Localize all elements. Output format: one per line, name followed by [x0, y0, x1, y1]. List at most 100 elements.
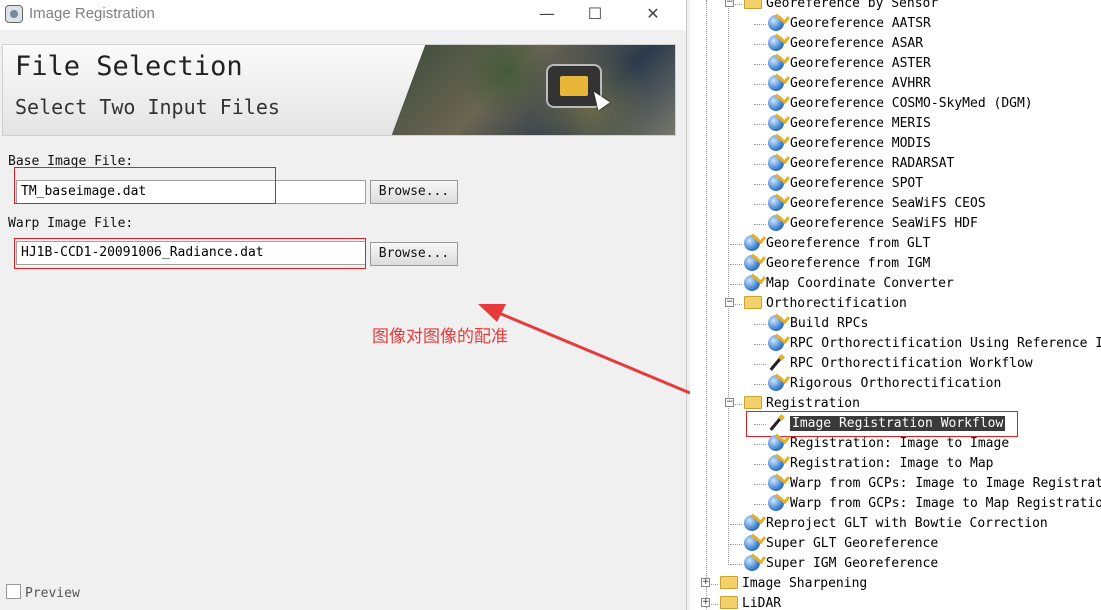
folder-icon: [744, 396, 762, 409]
folder-icon: [720, 596, 738, 609]
tree-connector: [754, 164, 766, 165]
tree-item-label: Georeference from IGM: [766, 256, 931, 271]
expand-toggle[interactable]: +: [701, 598, 710, 607]
tree-connector: [754, 44, 766, 45]
globe-icon: [768, 135, 784, 151]
tree-item-label: Georeference MERIS: [790, 116, 931, 131]
tree-item[interactable]: Georeference COSMO-SkyMed (DGM): [690, 94, 1101, 114]
globe-icon: [768, 375, 784, 391]
tree-item[interactable]: RPC Orthorectification Workflow: [690, 354, 1101, 374]
tree-connector: [730, 544, 742, 545]
globe-icon: [768, 35, 784, 51]
tree-item[interactable]: Warp from GCPs: Image to Image Registrat…: [690, 474, 1101, 494]
tree-item-label: Map Coordinate Converter: [766, 276, 954, 291]
globe-icon: [768, 335, 784, 351]
tree-item[interactable]: Georeference SeaWiFS CEOS: [690, 194, 1101, 214]
collapse-toggle[interactable]: −: [725, 0, 734, 7]
folder-icon: [720, 576, 738, 589]
arrow-shaft: [493, 309, 691, 395]
tree-item[interactable]: Georeference AATSR: [690, 14, 1101, 34]
tree-connector: [730, 244, 742, 245]
globe-icon: [768, 75, 784, 91]
globe-icon: [768, 215, 784, 231]
globe-icon: [768, 175, 784, 191]
tree-item[interactable]: Warp from GCPs: Image to Map Registratio…: [690, 494, 1101, 514]
globe-icon: [768, 155, 784, 171]
tree-item[interactable]: Reproject GLT with Bowtie Correction: [690, 514, 1101, 534]
tree-connector: [730, 284, 742, 285]
tree-item[interactable]: + Image Sharpening: [690, 574, 1101, 594]
tree-connector: [754, 464, 766, 465]
tree-item[interactable]: + LiDAR: [690, 594, 1101, 610]
tree-item-label: LiDAR: [742, 596, 782, 610]
tree-item[interactable]: Georeference SeaWiFS HDF: [690, 214, 1101, 234]
tree-connector: [730, 564, 742, 565]
tree-item[interactable]: Rigorous Orthorectification: [690, 374, 1101, 394]
tree-item[interactable]: − Georeference by Sensor: [690, 0, 1101, 14]
tree-connector: [754, 204, 766, 205]
wand-icon: [768, 355, 784, 371]
tree-item[interactable]: Super GLT Georeference: [690, 534, 1101, 554]
tree-item-label: Georeference from GLT: [766, 236, 931, 251]
tree-item[interactable]: Georeference from IGM: [690, 254, 1101, 274]
tree-item[interactable]: Georeference ASAR: [690, 34, 1101, 54]
tree-item[interactable]: Georeference AVHRR: [690, 74, 1101, 94]
tree-item-label: Reproject GLT with Bowtie Correction: [766, 516, 1048, 531]
tree-item[interactable]: Registration: Image to Map: [690, 454, 1101, 474]
tree-connector: [730, 524, 742, 525]
tree-connector: [754, 324, 766, 325]
tree-connector: [754, 184, 766, 185]
globe-icon: [768, 475, 784, 491]
tree-item[interactable]: − Orthorectification: [690, 294, 1101, 314]
tree-item-label: Georeference ASAR: [790, 36, 924, 51]
tree-connector: [754, 224, 766, 225]
tree-item-label: Georeference SeaWiFS HDF: [790, 216, 978, 231]
globe-icon: [768, 115, 784, 131]
globe-icon: [768, 455, 784, 471]
tree-item[interactable]: Georeference RADARSAT: [690, 154, 1101, 174]
toolbox-tree: − Georeference by Sensor Georeference AATS…: [690, 0, 1101, 610]
tree-item-label: Georeference COSMO-SkyMed (DGM): [790, 96, 1033, 111]
tree-connector: [754, 444, 766, 445]
tree-item[interactable]: RPC Orthorectification Using Reference I…: [690, 334, 1101, 354]
tree-connector: [754, 484, 766, 485]
tree-item-label: RPC Orthorectification Workflow: [790, 356, 1033, 371]
folder-icon: [744, 0, 762, 9]
tree-connector: [754, 64, 766, 65]
expand-toggle[interactable]: +: [701, 578, 710, 587]
tree-item[interactable]: Build RPCs: [690, 314, 1101, 334]
tree-item[interactable]: Georeference MERIS: [690, 114, 1101, 134]
tree-item-label: Warp from GCPs: Image to Image Registrat…: [790, 476, 1101, 491]
tree-item[interactable]: Super IGM Georeference: [690, 554, 1101, 574]
tree-item[interactable]: Map Coordinate Converter: [690, 274, 1101, 294]
tree-connector: [754, 144, 766, 145]
tree-connector: [754, 504, 766, 505]
globe-icon: [768, 95, 784, 111]
folder-icon: [744, 296, 762, 309]
collapse-toggle[interactable]: −: [725, 298, 734, 307]
tree-connector: [730, 264, 742, 265]
tree-item-label: Georeference MODIS: [790, 136, 931, 151]
tree-connector: [754, 384, 766, 385]
globe-icon: [744, 235, 760, 251]
tree-item-label: Georeference SPOT: [790, 176, 924, 191]
globe-icon: [768, 435, 784, 451]
collapse-toggle[interactable]: −: [725, 398, 734, 407]
globe-icon: [768, 495, 784, 511]
tree-item-label: Super IGM Georeference: [766, 556, 939, 571]
tree-connector: [754, 344, 766, 345]
tree-item[interactable]: Georeference from GLT: [690, 234, 1101, 254]
tree-item[interactable]: Georeference SPOT: [690, 174, 1101, 194]
tree-item[interactable]: Georeference MODIS: [690, 134, 1101, 154]
globe-icon: [744, 515, 760, 531]
tree-connector: [754, 124, 766, 125]
tree-connector: [754, 364, 766, 365]
tree-item[interactable]: Registration: Image to Image: [690, 434, 1101, 454]
globe-icon: [744, 555, 760, 571]
tree-item[interactable]: Georeference ASTER: [690, 54, 1101, 74]
tree-item-label: Registration: [766, 396, 860, 411]
globe-icon: [744, 535, 760, 551]
globe-icon: [768, 315, 784, 331]
tree-connector: [754, 104, 766, 105]
globe-icon: [744, 275, 760, 291]
